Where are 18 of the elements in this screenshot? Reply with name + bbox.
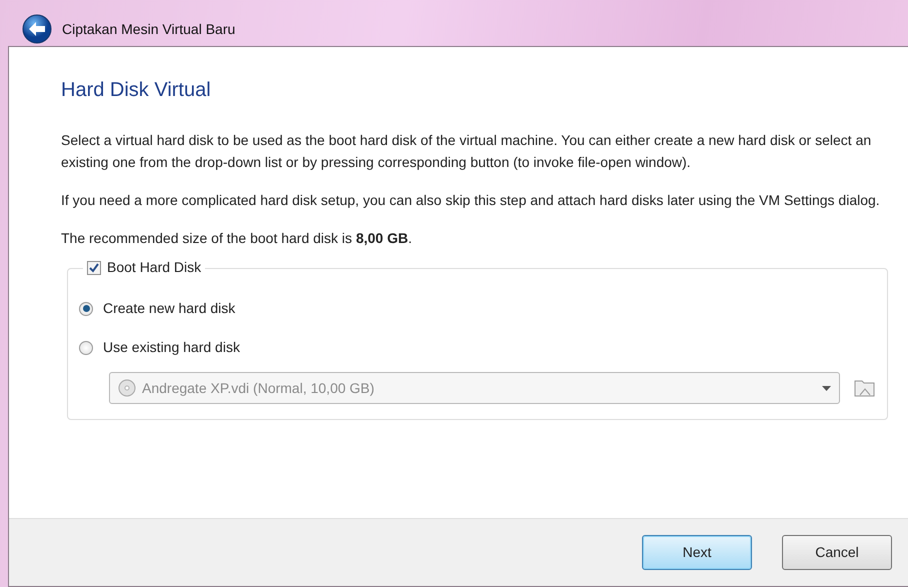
paragraph: Select a virtual hard disk to be used as the boot hard disk of the virtual machine. You can either create a new hard disk or select an existing one from the drop-down list or by pressing corresponding button (to invoke file-open window). (61, 131, 872, 172)
dropdown-value: Andregate XP.vdi (Normal, 10,00 GB) (142, 378, 376, 398)
radio-label[interactable]: Create new hard disk (103, 298, 236, 319)
caret-icon (822, 386, 831, 390)
folder-icon[interactable] (854, 378, 876, 398)
cancel-button[interactable]: Cancel (782, 535, 892, 570)
window-title: Ciptakan Mesin Virtual Baru (62, 20, 236, 39)
disk-icon (118, 379, 136, 397)
back-icon[interactable] (22, 14, 52, 44)
radio-button[interactable] (79, 302, 93, 316)
page-heading: Hard Disk Virtual (61, 78, 212, 103)
paragraph: The recommended size of the boot hard disk is 8,00 GB. (61, 229, 413, 248)
radio-label[interactable]: Use existing hard disk (103, 337, 240, 358)
checkbox[interactable] (87, 260, 101, 274)
paragraph: If you need a more complicated hard disk setup, you can also skip this step and attach hard disks later using the VM Settings dialog. (61, 191, 881, 210)
next-button[interactable]: Next (642, 535, 752, 570)
checkbox-label[interactable]: Boot Hard Disk (107, 257, 202, 278)
radio-button[interactable] (79, 340, 93, 354)
